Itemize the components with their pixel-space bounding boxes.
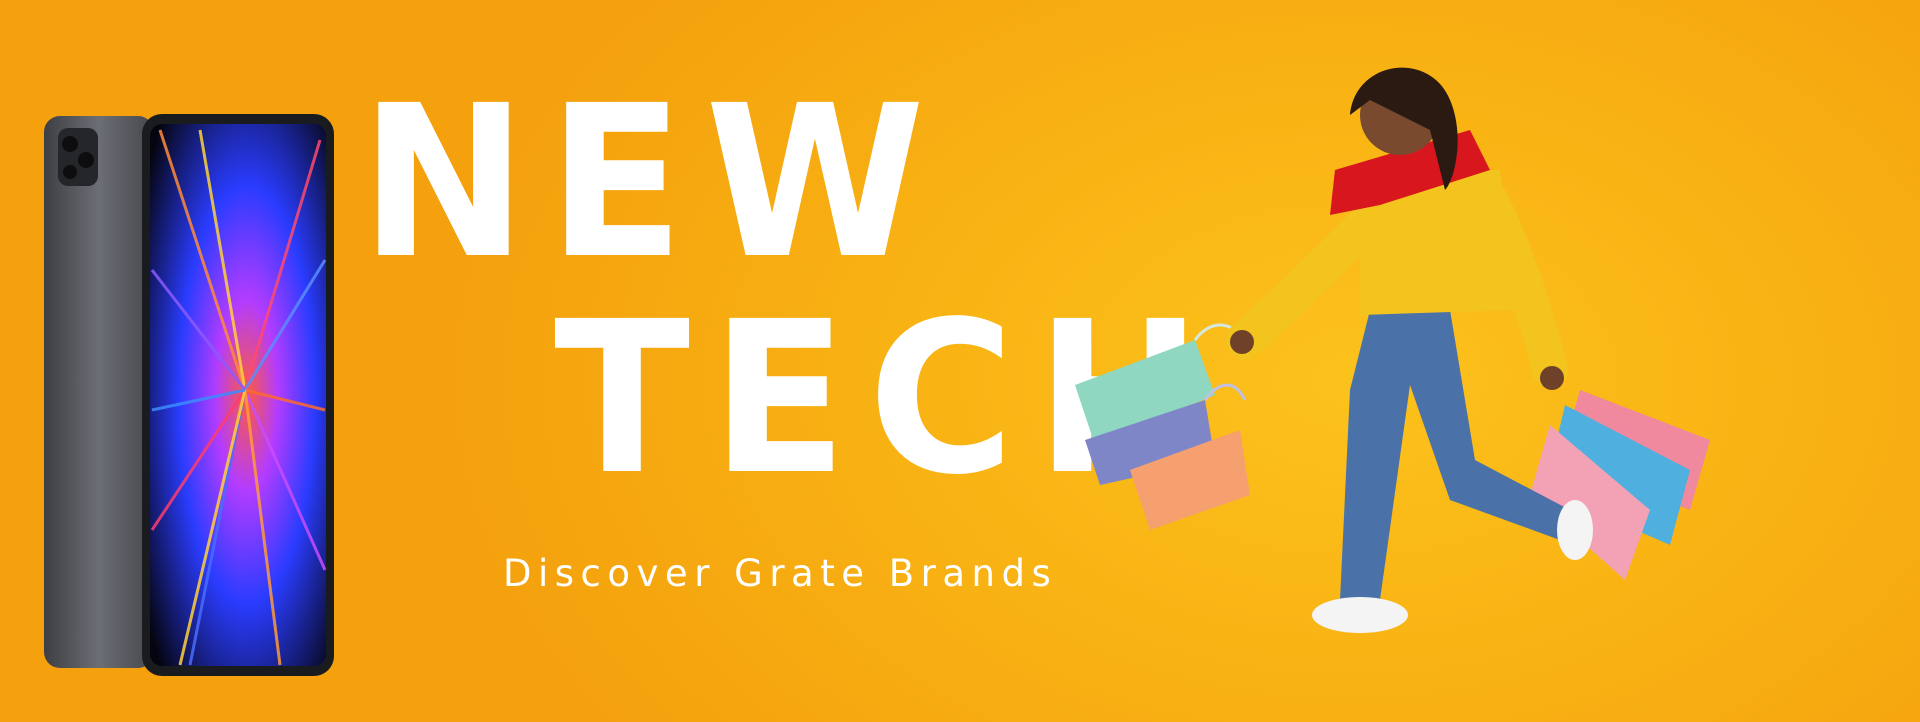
hero-banner[interactable]: NEW TECH Discover Grate Brands xyxy=(0,0,1920,722)
shopping-bags-left xyxy=(1075,323,1250,530)
tagline: Discover Grate Brands xyxy=(503,552,1058,595)
shopper-image xyxy=(1075,67,1710,633)
shopping-bags-right xyxy=(1530,390,1710,580)
tablet-image xyxy=(44,114,334,676)
headline-line-1: NEW xyxy=(360,60,947,305)
